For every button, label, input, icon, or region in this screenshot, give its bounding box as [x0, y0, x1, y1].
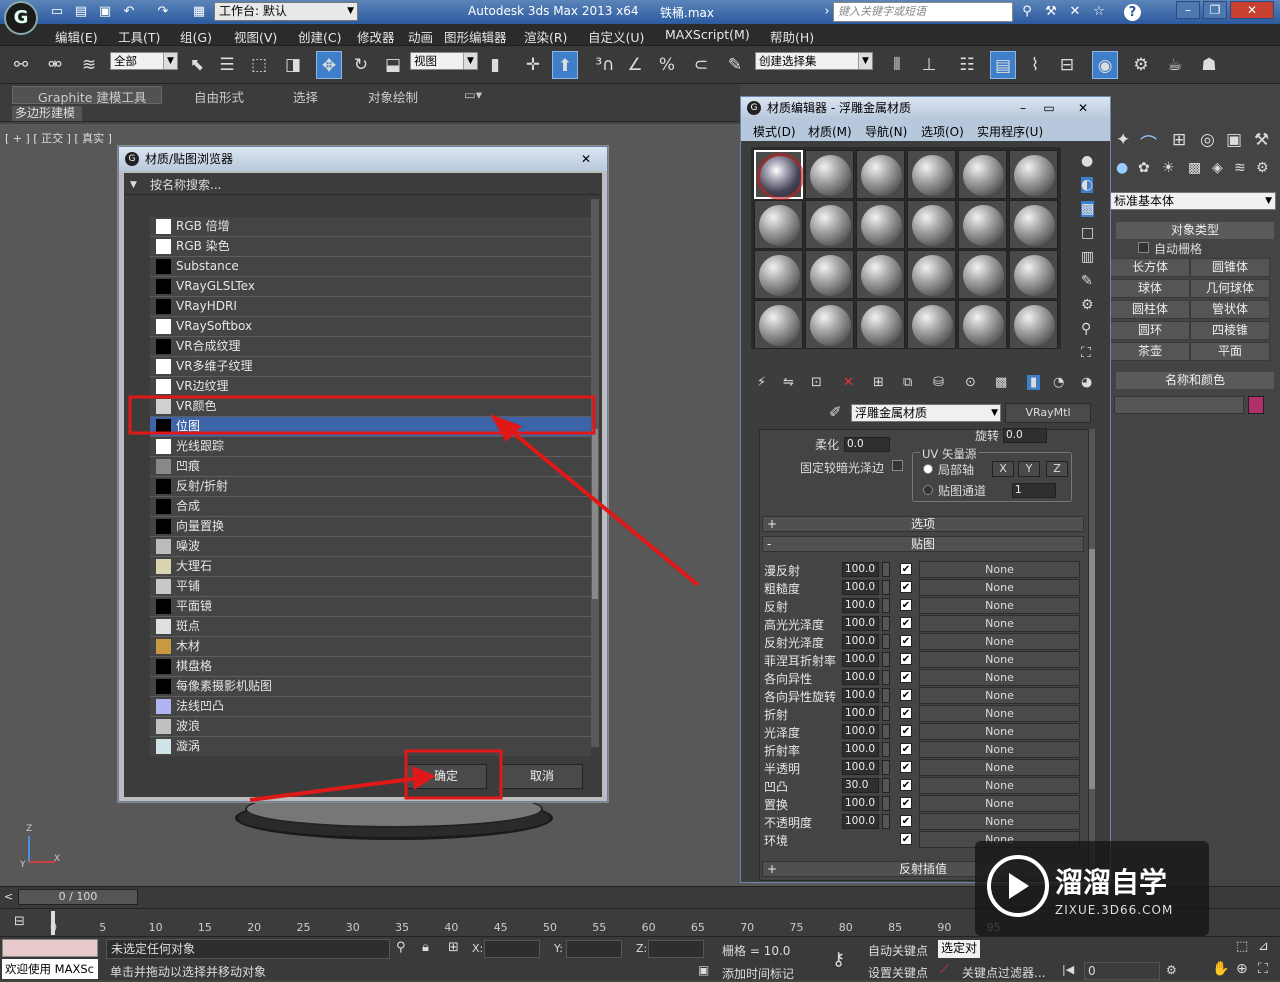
highlight-bitmap-box: [128, 395, 596, 435]
annotation-overlay: [128, 395, 700, 802]
arrow-to-ok-head: [412, 766, 436, 790]
arrow-to-ok: [249, 776, 421, 802]
arrow-to-bitmap: [498, 420, 700, 587]
app-logo-icon[interactable]: G: [4, 1, 38, 35]
